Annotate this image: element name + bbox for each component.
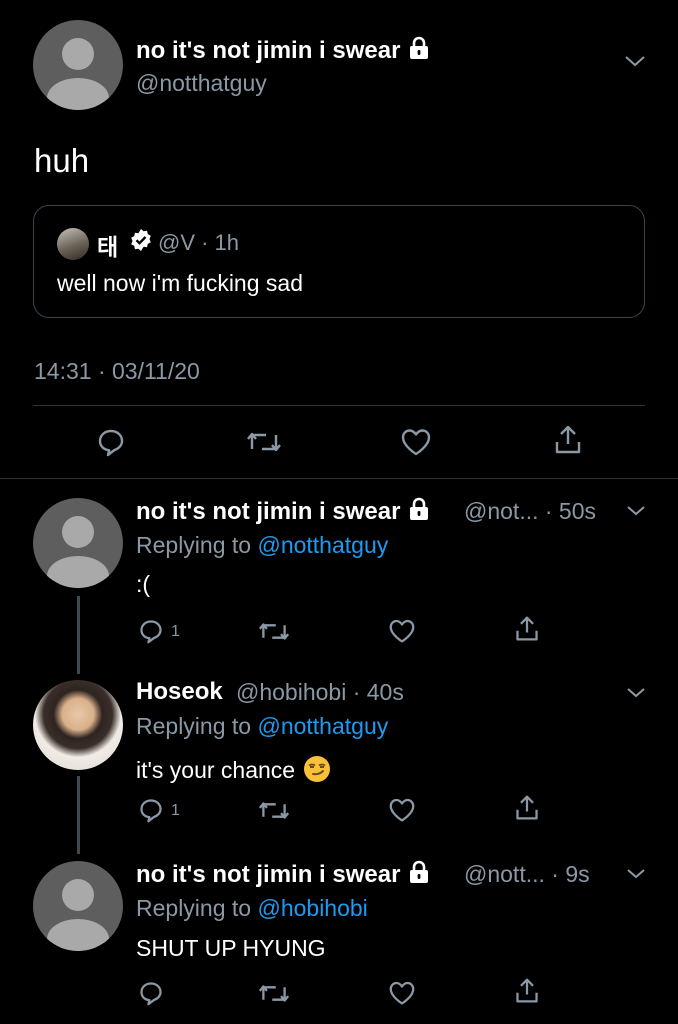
- share-icon[interactable]: [514, 615, 540, 648]
- replying-to: Replying to @notthatguy: [136, 713, 388, 740]
- reply-text: :(: [136, 571, 151, 597]
- tweet-timestamp[interactable]: 14:31 · 03/11/20: [34, 358, 200, 385]
- reply-count: 1: [171, 623, 180, 640]
- quoted-avatar: [57, 228, 89, 260]
- like-icon[interactable]: [388, 980, 416, 1011]
- main-tweet-author[interactable]: no it's not jimin i swear: [136, 36, 430, 67]
- reply-icon[interactable]: [138, 797, 164, 828]
- reply-icon[interactable]: [96, 427, 126, 462]
- replying-label: Replying to: [136, 713, 258, 739]
- retweet-icon[interactable]: [258, 620, 290, 648]
- reply-icon[interactable]: [138, 618, 164, 649]
- reply-handle-time: @nott... · 9s: [464, 861, 590, 887]
- smirk-face-icon: [303, 755, 331, 789]
- like-icon[interactable]: [388, 797, 416, 828]
- mention-link[interactable]: @notthatguy: [257, 532, 388, 558]
- mention-link[interactable]: @notthatguy: [257, 713, 388, 739]
- reply-author[interactable]: no it's not jimin i swear: [136, 497, 430, 528]
- quoted-text: well now i'm fucking sad: [57, 270, 303, 296]
- chevron-down-icon[interactable]: [626, 686, 646, 704]
- author-name: no it's not jimin i swear: [136, 36, 401, 64]
- retweet-icon[interactable]: [246, 429, 282, 460]
- mention-link[interactable]: @hobihobi: [257, 895, 367, 921]
- like-icon[interactable]: [400, 427, 432, 462]
- reply-text: SHUT UP HYUNG: [136, 935, 326, 961]
- reply-count: 1: [171, 802, 180, 819]
- share-icon[interactable]: [514, 794, 540, 827]
- reply-author[interactable]: Hoseok: [136, 678, 223, 706]
- main-tweet-text: huh: [34, 142, 90, 179]
- reply-icon[interactable]: [138, 980, 164, 1011]
- author-name: Hoseok: [136, 678, 223, 705]
- reply-text-wrap: it's your chance: [136, 755, 331, 789]
- reply-avatar[interactable]: [33, 498, 123, 588]
- reply-handle-time: @not... · 50s: [464, 498, 597, 524]
- thread-connector: [77, 596, 80, 674]
- divider: [33, 405, 645, 406]
- verified-icon: [129, 228, 153, 257]
- quoted-author-name: 태: [97, 234, 119, 260]
- chevron-down-icon[interactable]: [626, 504, 646, 522]
- retweet-icon[interactable]: [258, 982, 290, 1010]
- reply-handle-time: @hobihobi · 40s: [236, 679, 404, 705]
- lock-icon: [408, 36, 430, 67]
- replying-to: Replying to @hobihobi: [136, 895, 368, 922]
- chevron-down-icon[interactable]: [626, 867, 646, 885]
- author-name: no it's not jimin i swear: [136, 860, 401, 888]
- reply-author[interactable]: no it's not jimin i swear: [136, 860, 430, 891]
- share-icon[interactable]: [553, 424, 583, 461]
- lock-icon: [408, 497, 430, 528]
- reply-avatar[interactable]: [33, 680, 123, 770]
- main-tweet-handle[interactable]: @notthatguy: [136, 70, 267, 97]
- lock-icon: [408, 860, 430, 891]
- thread-connector: [77, 776, 80, 854]
- quoted-tweet[interactable]: 태 @V · 1h well now i'm fucking sad: [33, 205, 645, 318]
- replying-to: Replying to @notthatguy: [136, 532, 388, 559]
- author-name: no it's not jimin i swear: [136, 497, 401, 525]
- section-divider: [0, 478, 678, 479]
- replying-label: Replying to: [136, 895, 258, 921]
- replying-label: Replying to: [136, 532, 258, 558]
- like-icon[interactable]: [388, 618, 416, 649]
- reply-avatar[interactable]: [33, 861, 123, 951]
- main-tweet-avatar[interactable]: [33, 20, 123, 110]
- quoted-handle-time: @V · 1h: [158, 230, 240, 255]
- reply-text: it's your chance: [136, 757, 296, 784]
- chevron-down-icon[interactable]: [624, 54, 646, 73]
- share-icon[interactable]: [514, 977, 540, 1010]
- retweet-icon[interactable]: [258, 799, 290, 827]
